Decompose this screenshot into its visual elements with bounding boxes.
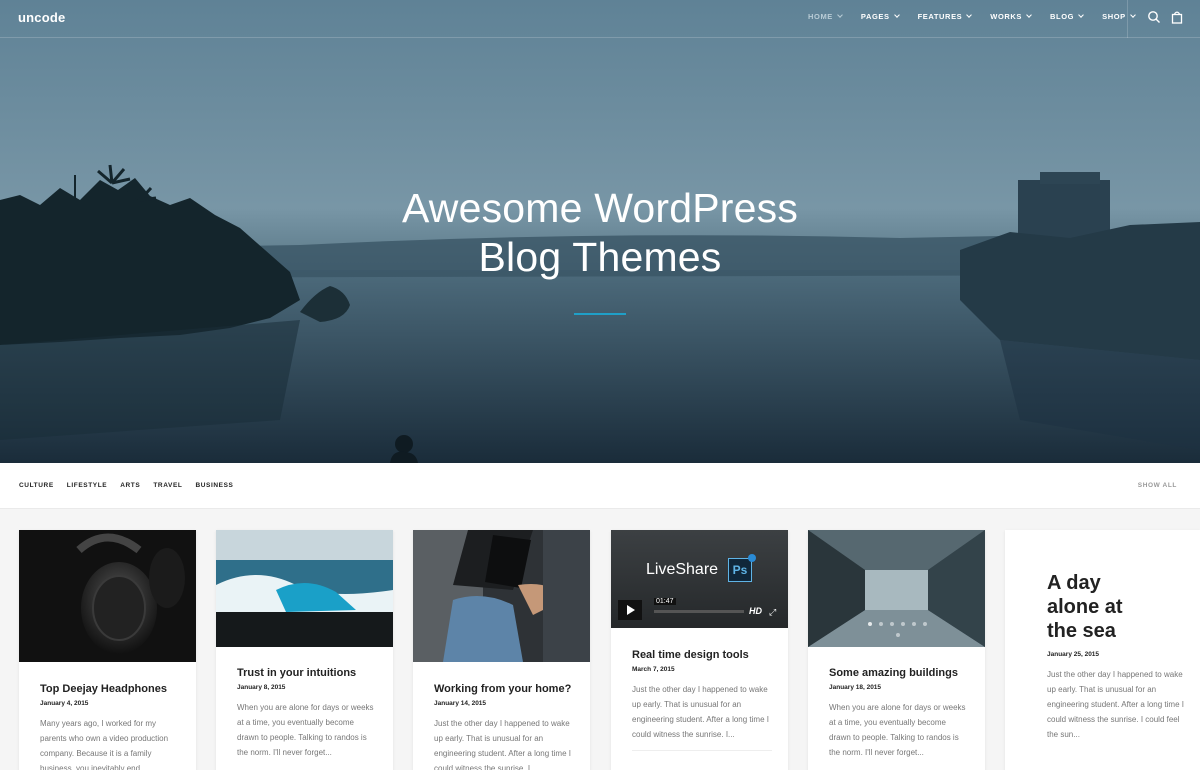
card-excerpt: Many years ago, I worked for my parents … (40, 719, 169, 770)
blog-posts-grid: Top Deejay Headphones January 4, 2015 Ma… (0, 509, 1200, 770)
nav-label: SHOP (1102, 12, 1126, 21)
filter-business[interactable]: BUSINESS (195, 482, 233, 489)
card-date: January 8, 2015 (237, 684, 286, 691)
card-excerpt: When you are alone for days or weeks at … (829, 703, 966, 757)
nav-divider (1127, 0, 1128, 38)
nav-item-features[interactable]: FEATURES (917, 12, 973, 21)
nav-item-home[interactable]: HOME (808, 12, 843, 21)
filter-arts[interactable]: ARTS (120, 482, 140, 489)
blog-card[interactable]: LiveShare Ps 01:47 HD ⤢ Real time design… (611, 530, 788, 770)
video-brand-text: LiveShare (646, 561, 719, 578)
title-line: the sea (1047, 620, 1116, 642)
card-date: January 18, 2015 (829, 684, 882, 691)
category-filter-bar: CULTURE LIFESTYLE ARTS TRAVEL BUSINESS S… (0, 463, 1200, 509)
card-title[interactable]: Real time design tools (632, 648, 772, 662)
shopping-bag-icon[interactable] (1170, 10, 1184, 24)
blog-card[interactable]: Some amazing buildings January 18, 2015 … (808, 530, 985, 770)
hero-title-line-1: Awesome WordPress (401, 185, 799, 231)
card-body: A day alone at the sea January 25, 2015 … (1047, 571, 1188, 742)
ocean-wave-image (216, 530, 393, 647)
nav-item-works[interactable]: WORKS (990, 12, 1032, 21)
nav-label: BLOG (1050, 12, 1075, 21)
card-excerpt: Just the other day I happened to wake up… (434, 719, 571, 770)
blog-card[interactable]: Top Deejay Headphones January 4, 2015 Ma… (19, 530, 196, 770)
headphones-image (19, 530, 196, 662)
card-title[interactable]: Top Deejay Headphones (40, 682, 180, 696)
main-menu: HOME PAGES FEATURES WORKS BLOG SHOP (808, 12, 1154, 21)
title-line: alone at (1047, 596, 1123, 618)
photoshop-badge-icon: Ps (728, 558, 752, 582)
blog-card[interactable]: Working from your home? January 14, 2015… (413, 530, 590, 770)
title-line: A day (1047, 572, 1101, 594)
card-divider (632, 750, 772, 751)
nav-label: HOME (808, 12, 833, 21)
chevron-down-icon (1026, 12, 1032, 18)
video-progress-bar[interactable] (654, 610, 744, 613)
building-corridor-image (808, 530, 985, 647)
site-logo[interactable]: uncode (18, 10, 65, 25)
card-date: January 4, 2015 (40, 700, 89, 707)
hd-badge[interactable]: HD (749, 606, 762, 616)
nav-item-blog[interactable]: BLOG (1050, 12, 1084, 21)
chevron-down-icon (1129, 12, 1136, 18)
category-filters: CULTURE LIFESTYLE ARTS TRAVEL BUSINESS (19, 482, 246, 489)
card-body: Top Deejay Headphones January 4, 2015 Ma… (40, 682, 180, 770)
card-excerpt: When you are alone for days or weeks at … (237, 703, 374, 757)
card-excerpt: Just the other day I happened to wake up… (632, 685, 769, 739)
play-icon (627, 605, 635, 615)
top-navigation-bar: uncode HOME PAGES FEATURES WORKS BLOG SH… (0, 0, 1200, 38)
video-timestamp: 01:47 (654, 598, 676, 605)
hero-divider (574, 313, 626, 315)
card-date: January 14, 2015 (434, 700, 487, 707)
video-player[interactable]: LiveShare Ps 01:47 HD ⤢ (611, 530, 788, 628)
card-title[interactable]: Working from your home? (434, 682, 574, 696)
card-title[interactable]: Some amazing buildings (829, 666, 969, 680)
chevron-down-icon (837, 12, 843, 18)
nav-item-shop[interactable]: SHOP (1102, 12, 1136, 21)
card-title[interactable]: A day alone at the sea (1047, 571, 1188, 643)
hero-title-line-2: Blog Themes (478, 234, 722, 280)
card-body: Trust in your intuitions January 8, 2015… (237, 666, 377, 760)
nav-label: WORKS (990, 12, 1023, 21)
card-body: Working from your home? January 14, 2015… (434, 682, 574, 770)
filter-culture[interactable]: CULTURE (19, 482, 54, 489)
nav-label: FEATURES (917, 12, 963, 21)
show-all-link[interactable]: SHOW ALL (1138, 482, 1177, 489)
blog-card[interactable]: Trust in your intuitions January 8, 2015… (216, 530, 393, 770)
card-title[interactable]: Trust in your intuitions (237, 666, 377, 680)
card-date: March 7, 2015 (632, 666, 675, 673)
blog-card[interactable]: A day alone at the sea January 25, 2015 … (1005, 530, 1200, 770)
laptop-work-image (413, 530, 590, 662)
nav-item-pages[interactable]: PAGES (860, 12, 900, 21)
card-body: Real time design tools March 7, 2015 Jus… (632, 648, 772, 751)
hero-title: Awesome WordPress Blog Themes (300, 184, 900, 282)
chevron-down-icon (893, 12, 900, 18)
card-body: Some amazing buildings January 18, 2015 … (829, 666, 969, 760)
chevron-down-icon (1078, 12, 1084, 18)
card-excerpt: Just the other day I happened to wake up… (1047, 670, 1184, 739)
filter-lifestyle[interactable]: LIFESTYLE (67, 482, 107, 489)
fullscreen-icon[interactable]: ⤢ (769, 607, 776, 618)
chevron-down-icon (966, 12, 973, 18)
notification-dot-icon (748, 554, 756, 562)
play-button[interactable] (618, 600, 642, 620)
hero-section: uncode HOME PAGES FEATURES WORKS BLOG SH… (0, 0, 1200, 463)
filter-travel[interactable]: TRAVEL (153, 482, 182, 489)
nav-label: PAGES (860, 12, 890, 21)
search-icon[interactable] (1147, 10, 1161, 24)
card-date: January 25, 2015 (1047, 651, 1100, 658)
